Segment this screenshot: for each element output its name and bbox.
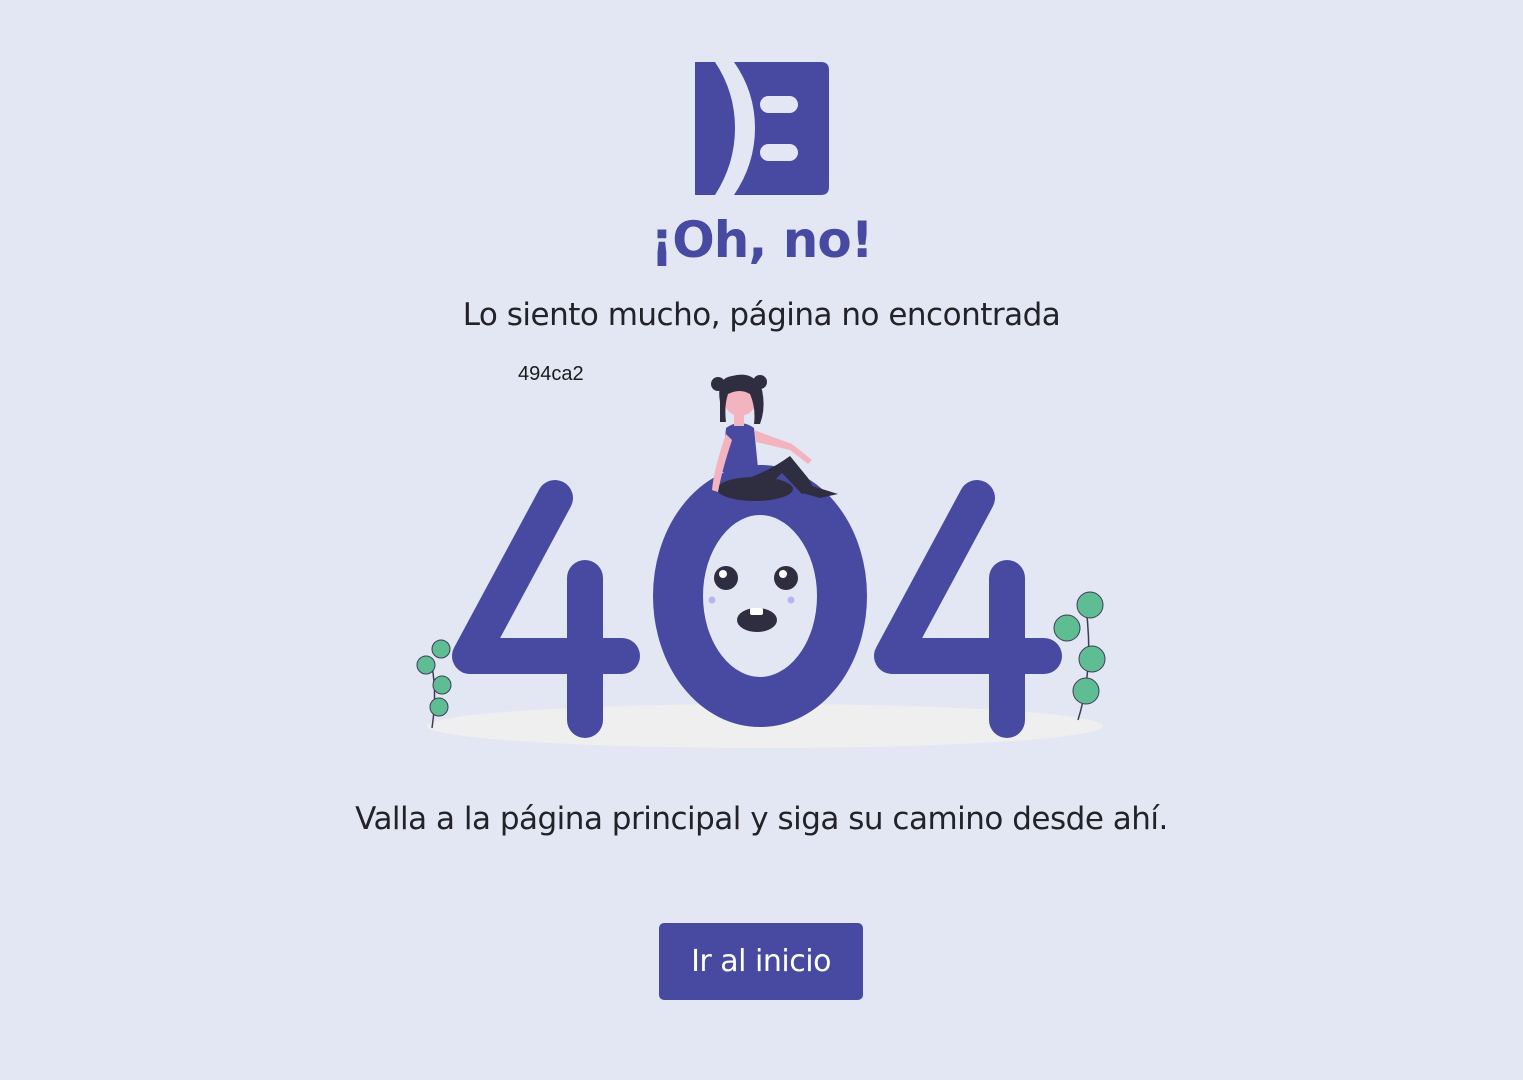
- left-plant-icon: [416, 639, 452, 729]
- face-icon: [708, 566, 798, 632]
- sad-face-logo-icon: [695, 62, 829, 195]
- page-title: ¡Oh, no!: [650, 211, 873, 269]
- error-page: ¡Oh, no! Lo siento mucho, página no enco…: [0, 0, 1523, 1080]
- help-message: Valla a la página principal y siga su ca…: [355, 801, 1168, 837]
- go-home-button[interactable]: Ir al inicio: [659, 923, 863, 1000]
- 404-girl-illustration-icon: [410, 368, 1115, 758]
- page-subtitle: Lo siento mucho, página no encontrada: [462, 297, 1061, 333]
- girl-figure-icon: [711, 374, 838, 501]
